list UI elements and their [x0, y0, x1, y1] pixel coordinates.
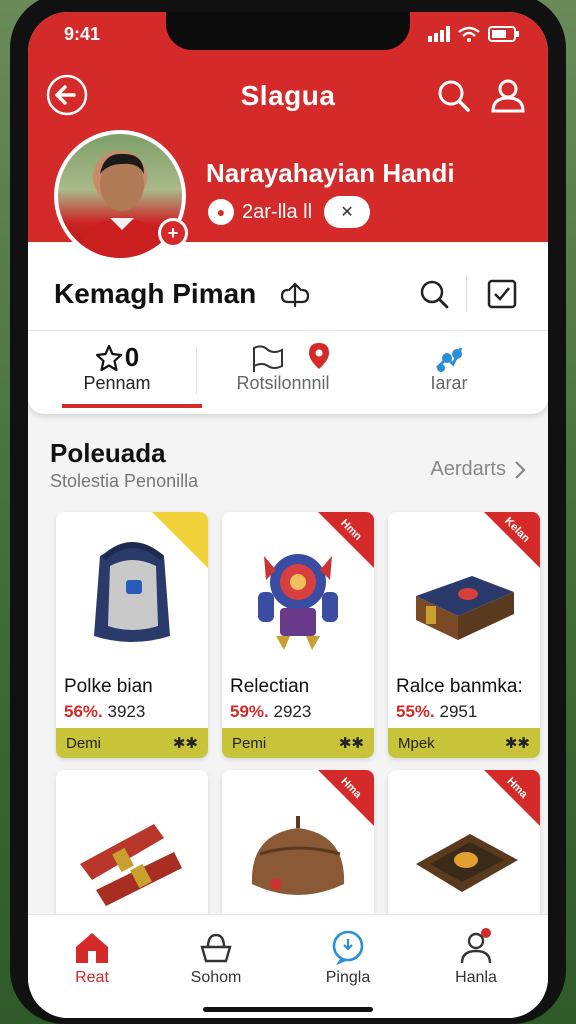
- network-icon: [435, 347, 463, 372]
- card-tag-bar: Mpek ✱✱: [388, 728, 540, 758]
- star-icon: [95, 344, 122, 371]
- product-card[interactable]: Polke bian 56%. 3923 Demi ✱✱: [56, 512, 208, 758]
- chest-image: [416, 576, 514, 640]
- tab-user[interactable]: Hanla: [426, 927, 526, 987]
- helmet-image: [251, 816, 345, 895]
- bottom-tab-bar: Reat Sohom Pingla Hanla: [28, 914, 548, 1018]
- robot-toy-image: [258, 554, 338, 650]
- flag-icon: [253, 345, 283, 372]
- stars-icon: ✱✱: [172, 735, 198, 752]
- search-icon[interactable]: [416, 276, 452, 312]
- frame-image: [416, 834, 518, 892]
- status-time: 9:41: [64, 23, 101, 44]
- signal-icon: [428, 26, 450, 42]
- search-icon[interactable]: [434, 76, 474, 116]
- scrolls-image: [80, 824, 182, 906]
- location-pin-icon: [309, 343, 329, 369]
- stat-tab-pennam[interactable]: 0 Pennam: [42, 338, 202, 408]
- active-tab-indicator: [62, 404, 202, 408]
- divider: [466, 274, 467, 312]
- stat-tab-iarar[interactable]: Iarar: [374, 338, 524, 408]
- profile-card: Kemagh Piman 0 Pennam Rotsilonnnil Iarar: [28, 242, 548, 414]
- wifi-icon: [458, 26, 480, 42]
- product-card[interactable]: Kelan Ralce banmka: 55%. 2951 Mpek ✱✱: [388, 512, 540, 758]
- user-name: Narayahayian Handi: [206, 158, 455, 188]
- home-indicator[interactable]: [203, 1007, 373, 1012]
- card-tag-bar: Demi ✱✱: [56, 728, 208, 758]
- profile-icon[interactable]: [488, 76, 528, 116]
- card-tag-bar: Pemi ✱✱: [222, 728, 374, 758]
- close-button[interactable]: ✕: [324, 196, 371, 228]
- basket-icon: [200, 933, 232, 963]
- user-icon: [460, 928, 492, 964]
- battery-icon: [488, 26, 519, 42]
- home-icon: [76, 933, 108, 963]
- stat-label: Rotsilonnnil: [236, 373, 330, 393]
- notch: [166, 12, 410, 50]
- product-card[interactable]: Hma: [388, 770, 540, 920]
- add-photo-button[interactable]: +: [158, 218, 188, 248]
- stat-label: Iarar: [430, 373, 468, 393]
- avatar[interactable]: +: [54, 130, 188, 262]
- tab-basket[interactable]: Sohom: [166, 927, 266, 987]
- checkbox-icon[interactable]: [484, 276, 520, 312]
- tab-chat[interactable]: Pingla: [298, 927, 398, 987]
- stars-icon: ✱✱: [338, 735, 364, 752]
- product-card[interactable]: Hma: [222, 770, 374, 920]
- see-all-link[interactable]: Aerdarts: [430, 458, 526, 481]
- stat-tab-rotsilonnnil[interactable]: Rotsilonnnil: [208, 338, 358, 408]
- upload-icon[interactable]: [278, 276, 312, 310]
- backpack-image: [94, 542, 170, 642]
- stat-value: 0: [124, 342, 140, 372]
- chevron-right-icon: [515, 460, 526, 479]
- chat-icon: [332, 930, 364, 965]
- section-header: Poleuada Stolestia Penonilla Aerdarts: [50, 438, 526, 492]
- tab-home[interactable]: Reat: [42, 927, 142, 987]
- product-card[interactable]: [56, 770, 208, 920]
- badge-icon: ●: [208, 199, 234, 225]
- app-screen: 9:41 Slagua + Narayahayian Handi ● 2ar-l…: [28, 12, 548, 1018]
- phone-frame: 9:41 Slagua + Narayahayian Handi ● 2ar-l…: [10, 0, 566, 1024]
- profile-title: Kemagh Piman: [54, 278, 257, 309]
- stars-icon: ✱✱: [504, 735, 530, 752]
- stat-label: Pennam: [83, 373, 151, 393]
- product-card[interactable]: Hmn Relectian 59%. 2923 Pemi ✱✱: [222, 512, 374, 758]
- user-meta-text: 2ar-lla ll: [242, 200, 313, 223]
